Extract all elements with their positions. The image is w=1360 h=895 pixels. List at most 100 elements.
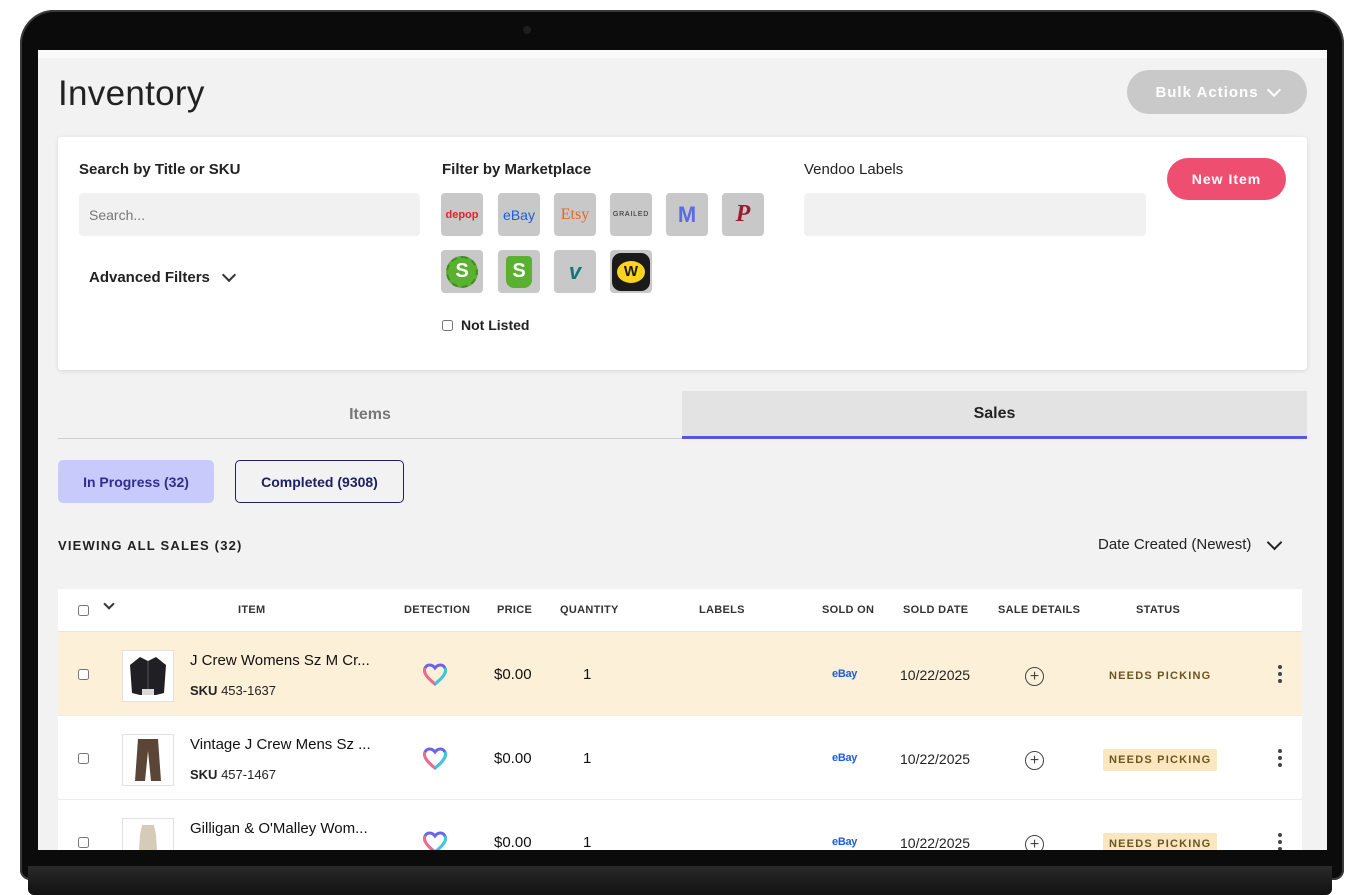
completed-filter-button[interactable]: Completed (9308)	[235, 460, 404, 503]
grailed-logo-icon: GRAILED	[612, 211, 650, 218]
search-label: Search by Title or SKU	[79, 161, 241, 178]
row-more-options-icon[interactable]	[1278, 749, 1282, 767]
tab-sales[interactable]: Sales	[682, 391, 1307, 439]
jacket-image-icon	[130, 657, 166, 695]
vestiaire-logo-icon: V	[568, 258, 582, 284]
marketplace-depop-button[interactable]: depop	[441, 193, 483, 236]
sort-dropdown[interactable]: Date Created (Newest)	[1098, 534, 1283, 553]
row-checkbox[interactable]	[78, 837, 89, 848]
item-thumbnail	[122, 818, 174, 850]
status-badge: NEEDS PICKING	[1109, 670, 1212, 682]
chevron-down-icon	[1267, 534, 1283, 550]
sold-date: 10/22/2025	[900, 835, 971, 850]
viewing-count-label: VIEWING ALL SALES (32)	[58, 538, 243, 553]
item-title[interactable]: J Crew Womens Sz M Cr...	[190, 652, 370, 669]
vendoo-labels-label: Vendoo Labels	[804, 161, 904, 178]
depop-logo-icon: depop	[445, 208, 479, 221]
item-sku: SKU 457-1467	[190, 767, 276, 782]
marketplace-filter-label: Filter by Marketplace	[442, 161, 592, 178]
whatnot-logo-text: W	[617, 260, 645, 283]
sales-table: ITEM DETECTION PRICE QUANTITY LABELS SOL…	[58, 589, 1302, 850]
poshmark-logo-icon: P	[735, 201, 751, 227]
row-more-options-icon[interactable]	[1278, 833, 1282, 850]
sku-label: SKU	[190, 767, 218, 782]
item-quantity: 1	[583, 750, 592, 767]
header-quantity: QUANTITY	[560, 604, 619, 616]
marketplace-etsy-button[interactable]: Etsy	[554, 193, 596, 236]
sku-value: 457-1467	[221, 767, 277, 782]
detection-heart-icon	[422, 831, 448, 850]
marketplace-shopify-button[interactable]: S	[498, 250, 540, 293]
vendoo-labels-select[interactable]	[804, 193, 1146, 236]
filter-panel: Search by Title or SKU Advanced Filters …	[58, 137, 1307, 370]
header-labels: LABELS	[699, 604, 745, 616]
item-title[interactable]: Vintage J Crew Mens Sz ...	[190, 736, 371, 753]
sale-details-add-icon[interactable]: +	[1025, 835, 1044, 850]
sold-date: 10/22/2025	[900, 667, 971, 683]
marketplace-vestiaire-button[interactable]: V	[554, 250, 596, 293]
item-title[interactable]: Gilligan & O'Malley Wom...	[190, 820, 368, 837]
status-badge: NEEDS PICKING	[1103, 833, 1218, 850]
bulk-actions-button[interactable]: Bulk Actions	[1127, 70, 1307, 114]
chevron-down-icon	[221, 267, 236, 283]
page-title: Inventory	[58, 74, 205, 113]
marketplace-whatnot-button[interactable]: W	[610, 250, 652, 293]
header-item: ITEM	[238, 604, 266, 616]
item-sku: SKU 453-1637	[190, 683, 276, 698]
marketplace-ebay-button[interactable]: eBay	[498, 193, 540, 236]
item-price: $0.00	[494, 834, 532, 850]
header-sale-details: SALE DETAILS	[998, 604, 1081, 616]
whatnot-logo-icon: W	[612, 252, 650, 291]
ebay-logo-icon: eBay	[503, 206, 535, 223]
select-all-checkbox[interactable]	[78, 605, 89, 616]
header-detection: DETECTION	[404, 604, 471, 616]
marketplace-kidizen-button[interactable]: S	[441, 250, 483, 293]
not-listed-label: Not Listed	[461, 317, 530, 333]
sold-on-ebay-icon: eBay	[832, 752, 858, 764]
laptop-base	[28, 866, 1332, 895]
camera-icon	[523, 26, 531, 34]
item-thumbnail	[122, 650, 174, 702]
marketplace-grailed-button[interactable]: GRAILED	[610, 193, 652, 236]
bulk-actions-label: Bulk Actions	[1155, 83, 1259, 101]
detection-heart-icon	[422, 663, 448, 686]
sort-label: Date Created (Newest)	[1098, 536, 1252, 553]
new-item-button[interactable]: New Item	[1167, 158, 1286, 200]
item-price: $0.00	[494, 750, 532, 767]
item-price: $0.00	[494, 666, 532, 683]
search-input[interactable]	[79, 193, 420, 236]
shopify-logo-icon: S	[506, 255, 532, 288]
sku-label: SKU	[190, 683, 218, 698]
table-row[interactable]: J Crew Womens Sz M Cr... SKU 453-1637 $0…	[58, 632, 1302, 716]
advanced-filters-label: Advanced Filters	[89, 269, 210, 286]
table-row[interactable]: Gilligan & O'Malley Wom... $0.00 1 eBay …	[58, 800, 1302, 850]
sale-details-add-icon[interactable]: +	[1025, 667, 1044, 686]
marketplace-poshmark-button[interactable]: P	[722, 193, 764, 236]
advanced-filters-toggle[interactable]: Advanced Filters	[89, 267, 236, 286]
chevron-down-icon	[1266, 82, 1281, 97]
item-thumbnail	[122, 734, 174, 786]
row-checkbox[interactable]	[78, 753, 89, 764]
not-listed-filter[interactable]: Not Listed	[442, 317, 529, 333]
item-quantity: 1	[583, 834, 592, 850]
in-progress-filter-button[interactable]: In Progress (32)	[58, 460, 214, 503]
row-checkbox[interactable]	[78, 669, 89, 680]
item-quantity: 1	[583, 666, 592, 683]
sold-date: 10/22/2025	[900, 751, 971, 767]
table-header: ITEM DETECTION PRICE QUANTITY LABELS SOL…	[58, 589, 1302, 632]
sale-details-add-icon[interactable]: +	[1025, 751, 1044, 770]
header-sold-on: SOLD ON	[822, 604, 875, 616]
tab-items[interactable]: Items	[58, 391, 682, 439]
table-row[interactable]: Vintage J Crew Mens Sz ... SKU 457-1467 …	[58, 716, 1302, 800]
marketplace-mercari-button[interactable]: M	[666, 193, 708, 236]
row-more-options-icon[interactable]	[1278, 665, 1282, 683]
header-status: STATUS	[1136, 604, 1181, 616]
header-sold-date: SOLD DATE	[903, 604, 969, 616]
sku-value: 453-1637	[221, 683, 277, 698]
top-image-icon	[139, 825, 157, 850]
sold-on-ebay-icon: eBay	[832, 668, 858, 680]
select-options-chevron-icon[interactable]	[103, 598, 115, 610]
detection-heart-icon	[422, 747, 448, 770]
not-listed-checkbox[interactable]	[442, 319, 453, 331]
view-tabs: Items Sales	[58, 391, 1307, 439]
